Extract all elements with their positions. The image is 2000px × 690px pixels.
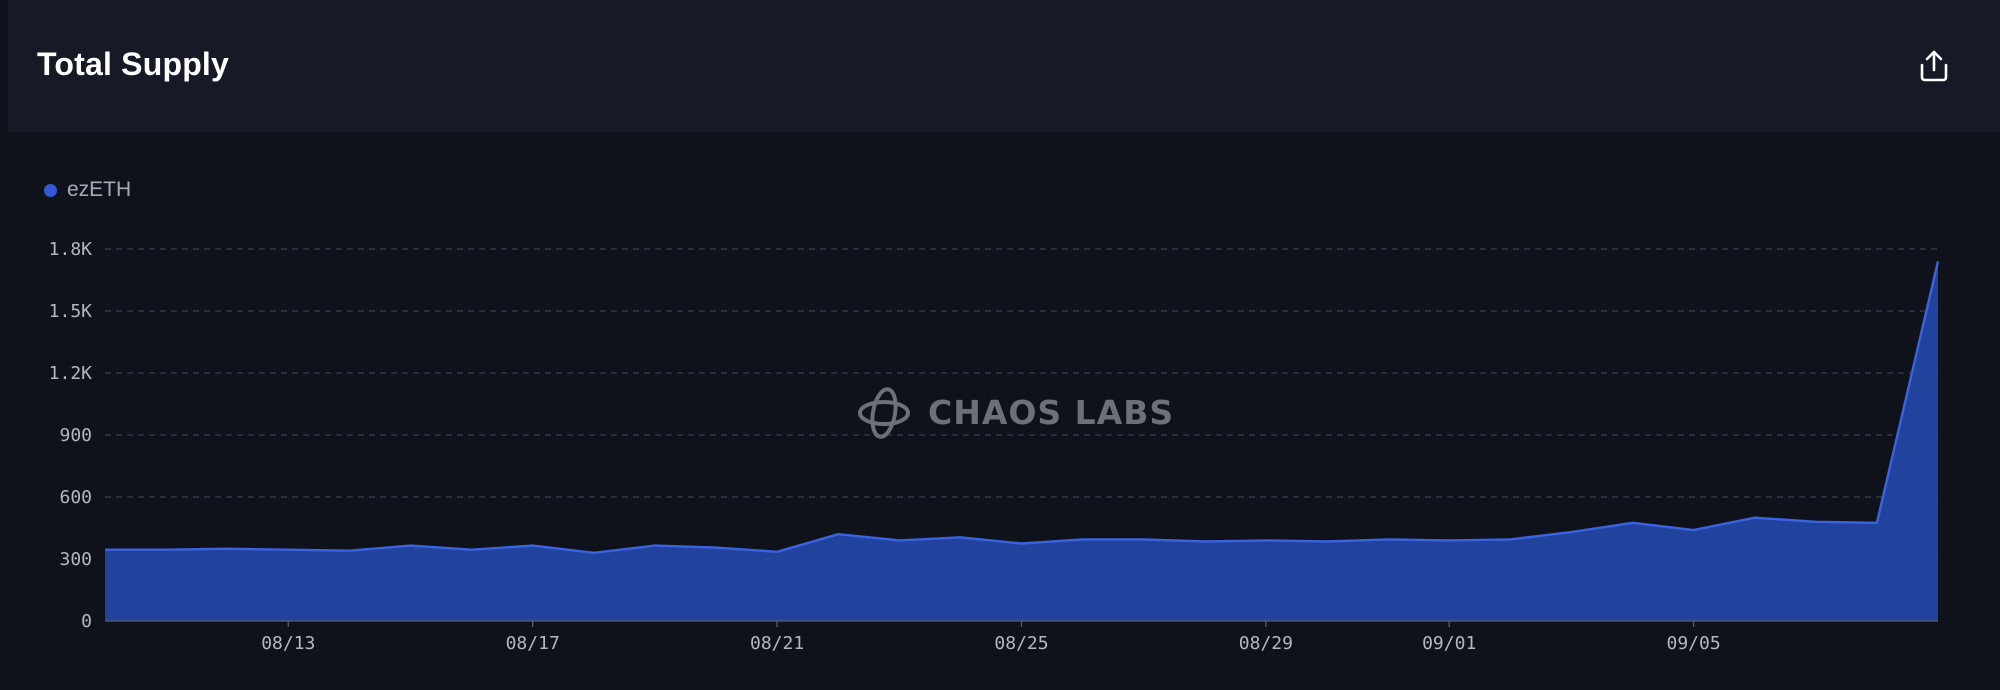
x-tick-label: 08/21	[750, 633, 804, 654]
x-tick-label: 09/01	[1422, 633, 1476, 654]
data-point-08/24	[957, 534, 963, 540]
y-tick-label: 900	[59, 425, 92, 446]
area-chart: CHAOS LABS 0 300 600 900 1.2K 1.5K 1.8K 08/13 08…	[49, 239, 1941, 654]
data-point-08/26	[1080, 536, 1086, 542]
x-tick-label: 08/17	[506, 633, 560, 654]
area-fill-ezeth	[105, 261, 1938, 621]
series-ezeth	[102, 258, 1941, 621]
data-point-08/31	[1385, 536, 1391, 542]
data-point-08/20	[713, 545, 719, 551]
data-point-08/23	[896, 537, 902, 543]
data-point-09/05	[1691, 527, 1697, 533]
watermark-text: CHAOS LABS	[928, 393, 1174, 432]
y-tick-label: 1.2K	[49, 363, 93, 384]
data-point-08/29	[1263, 537, 1269, 543]
data-point-08/17	[530, 543, 536, 549]
data-point-08/15	[408, 543, 414, 549]
data-point-08/18	[591, 550, 597, 556]
data-point-08/30	[1324, 538, 1330, 544]
watermark: CHAOS LABS	[858, 387, 1174, 439]
y-tick-label: 600	[59, 487, 92, 508]
data-point-08/28	[1202, 538, 1208, 544]
y-tick-label: 300	[59, 549, 92, 570]
data-point-09/06	[1752, 515, 1758, 521]
data-point-08/25	[1019, 541, 1025, 547]
data-point-08/11	[163, 547, 169, 553]
y-tick-label: 1.8K	[49, 239, 93, 260]
x-tick-label: 08/25	[994, 633, 1048, 654]
data-point-09/09	[1935, 258, 1941, 264]
x-tick-label: 08/29	[1239, 633, 1293, 654]
data-point-09/08	[1874, 520, 1880, 526]
data-point-08/16	[469, 547, 475, 553]
y-tick-label: 0	[81, 611, 92, 632]
total-supply-panel: Total Supply ezETH CHAOS LABS 0 300 600 900…	[0, 0, 2000, 690]
x-tick-label: 09/05	[1667, 633, 1721, 654]
data-point-08/19	[652, 543, 658, 549]
x-tick-label: 08/13	[261, 633, 315, 654]
data-point-09/04	[1630, 520, 1636, 526]
data-point-08/14	[346, 548, 352, 554]
chaos-labs-logo-icon	[858, 387, 910, 439]
data-point-08/22	[835, 531, 841, 537]
y-tick-label: 1.5K	[49, 301, 93, 322]
data-point-09/03	[1568, 529, 1574, 535]
data-point-09/07	[1813, 519, 1819, 525]
data-point-08/10	[102, 547, 108, 553]
data-point-08/12	[224, 546, 230, 552]
data-point-08/13	[285, 547, 291, 553]
data-point-08/21	[774, 549, 780, 555]
data-point-09/02	[1507, 536, 1513, 542]
data-point-09/01	[1446, 537, 1452, 543]
data-point-08/27	[1141, 536, 1147, 542]
